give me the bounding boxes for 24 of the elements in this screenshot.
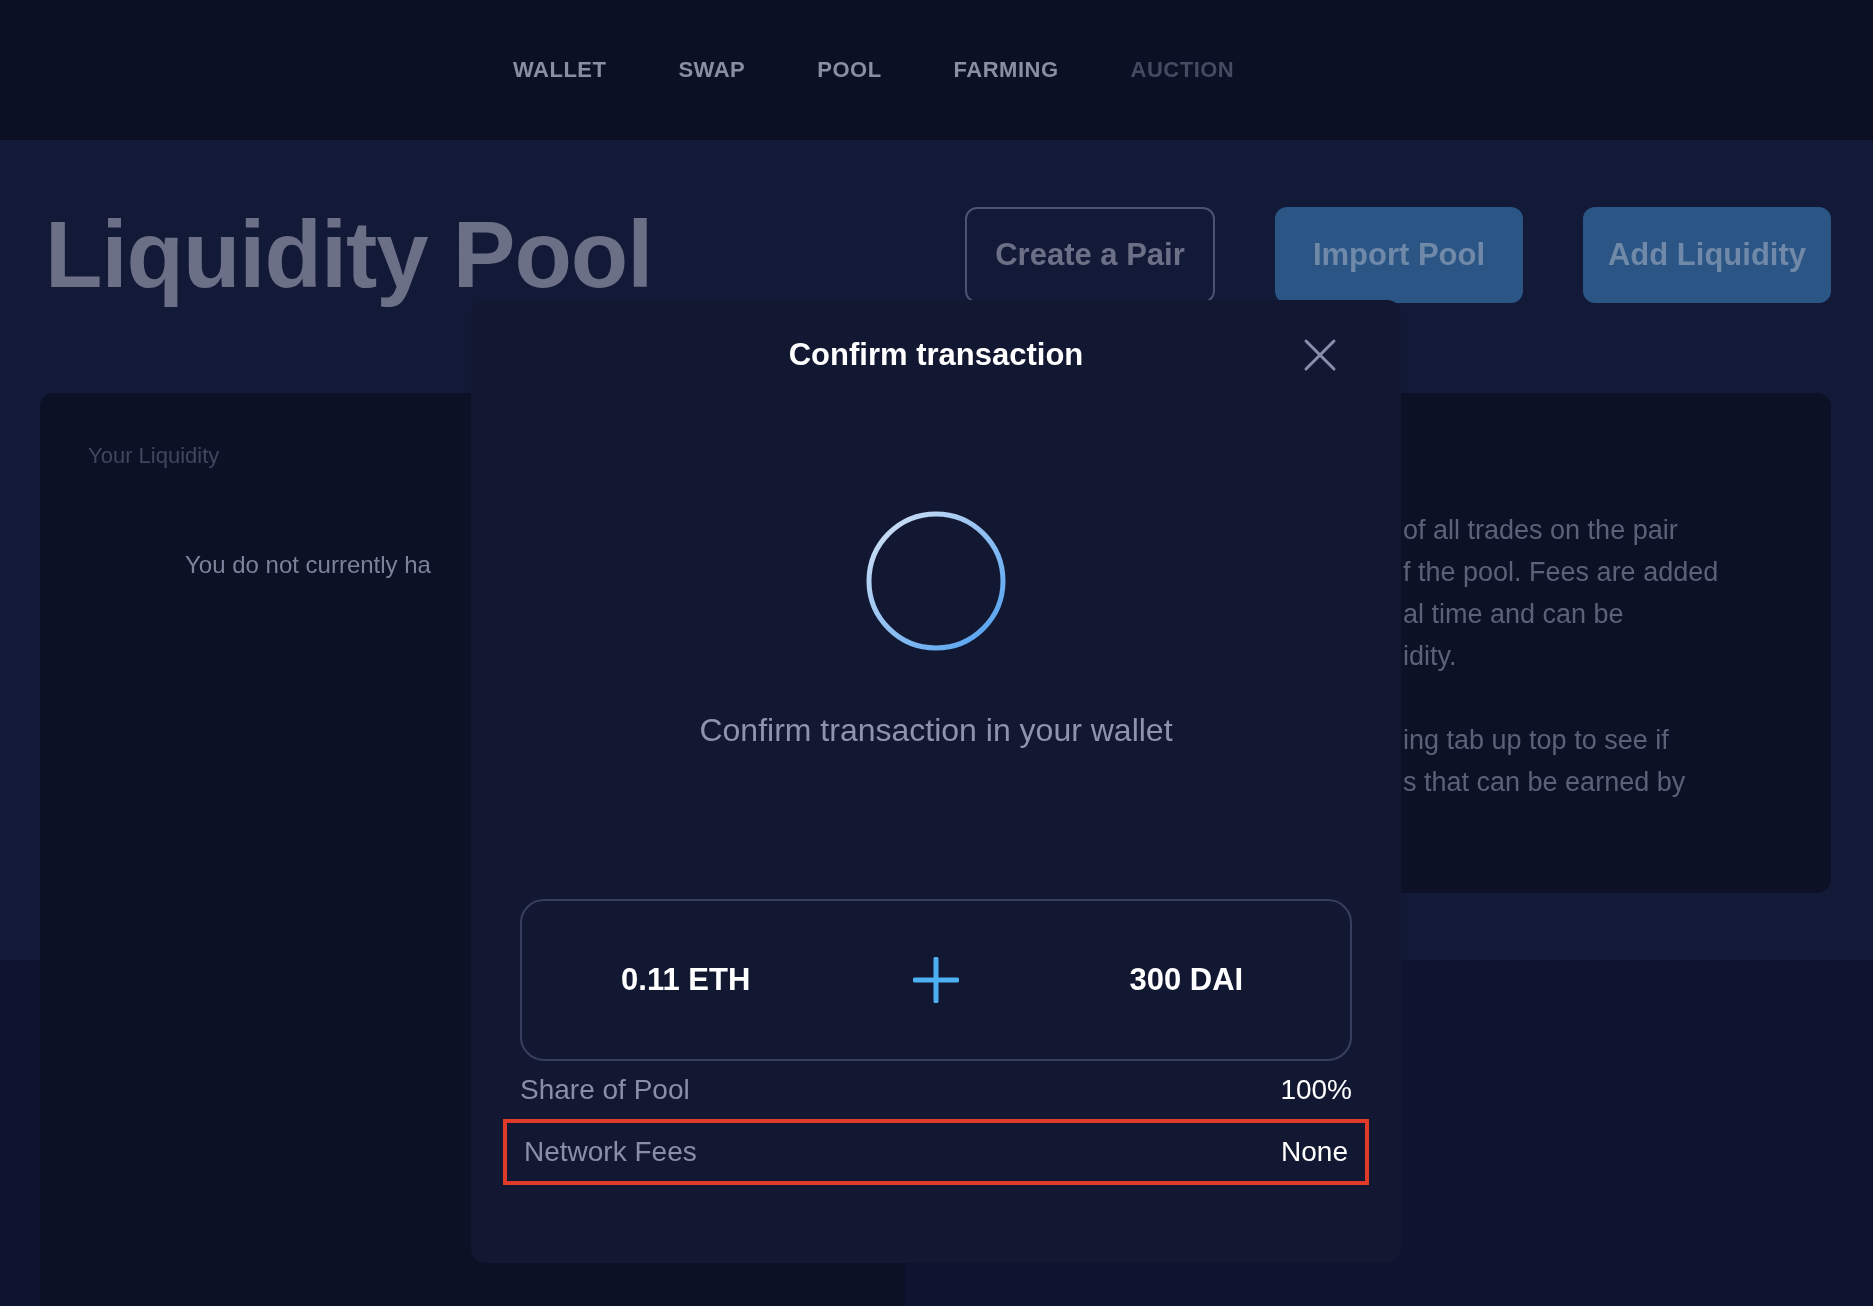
empty-message: You do not currently ha <box>185 551 432 579</box>
info-text: idity. <box>1403 640 1458 673</box>
plus-icon <box>913 957 959 1003</box>
row-label: Network Fees <box>524 1136 697 1168</box>
row-label: Share of Pool <box>520 1074 690 1106</box>
info-text: of all trades on the pair <box>1403 514 1679 547</box>
nav-link[interactable]: SWAP <box>678 57 746 83</box>
nav-link[interactable]: POOL <box>817 57 882 83</box>
row-value: 100% <box>1280 1074 1352 1106</box>
info-text: al time and can be <box>1403 598 1625 631</box>
token-amount: 300 DAI <box>1128 962 1245 998</box>
info-text: f the pool. Fees are added <box>1403 556 1720 589</box>
info-text: s that can be earned by <box>1403 766 1687 799</box>
info-text: ing tab up top to see if <box>1403 724 1670 757</box>
status-text: Confirm transaction in your wallet <box>699 712 1173 749</box>
close-icon[interactable] <box>1303 338 1337 372</box>
row-value: None <box>1281 1136 1348 1168</box>
spinner-icon <box>865 510 1007 652</box>
nav-link[interactable]: FARMING <box>953 57 1059 83</box>
page-title: Liquidity Pool <box>45 202 653 307</box>
token-amount: 0.11 ETH <box>620 962 752 998</box>
nav-link[interactable]: WALLET <box>513 57 607 83</box>
dialog-title: Confirm transaction <box>788 337 1084 373</box>
section-heading: Your Liquidity <box>88 443 221 469</box>
